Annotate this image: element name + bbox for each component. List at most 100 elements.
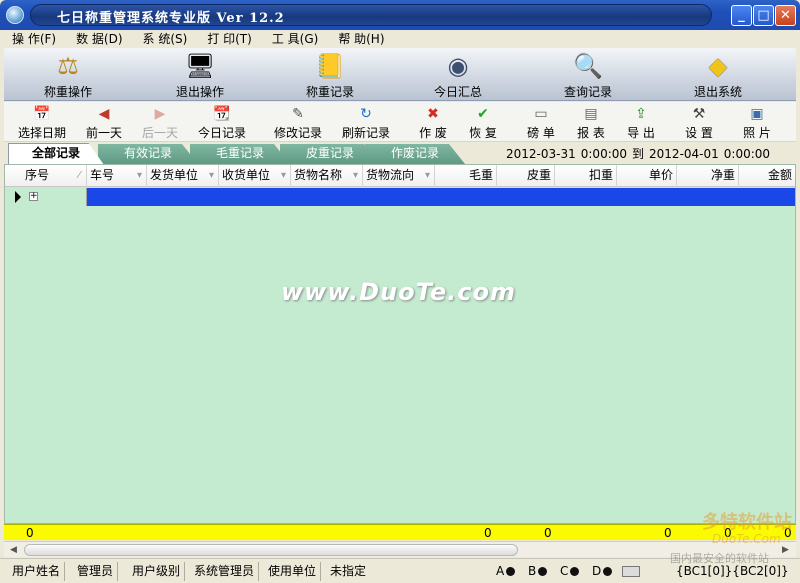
report-button[interactable]: ▤ 报 表 bbox=[572, 104, 610, 142]
column-header-tare[interactable]: 皮重 bbox=[497, 165, 555, 187]
led-c-icon bbox=[570, 567, 580, 576]
today-icon: 📆 bbox=[213, 106, 231, 122]
column-header-receiver[interactable]: 收货单位 ▾ bbox=[219, 165, 291, 187]
menu-system[interactable]: 系 统(S) bbox=[131, 30, 196, 48]
user-level: 系统管理员 bbox=[190, 562, 260, 581]
prev-day-icon: ◀ bbox=[98, 106, 110, 122]
restore-record-button[interactable]: ✔ 恢 复 bbox=[464, 104, 502, 142]
magnifier-icon: 🔍 bbox=[573, 52, 603, 80]
action-label: 前一天 bbox=[85, 126, 122, 140]
tab-valid-records[interactable]: 有效记录 bbox=[98, 144, 198, 164]
table-row[interactable]: + bbox=[5, 188, 795, 206]
user-name: 管理员 bbox=[73, 562, 119, 581]
menu-data[interactable]: 数 据(D) bbox=[64, 30, 130, 48]
void-icon: ✖ bbox=[427, 106, 439, 122]
tab-all-records[interactable]: 全部记录 bbox=[8, 143, 104, 165]
toolbar-label: 查询记录 bbox=[563, 85, 612, 99]
calendar-icon: 📅 bbox=[33, 106, 51, 122]
records-grid[interactable]: 序号 ⁄ 车号 ▾ 发货单位 ▾ 收货单位 ▾ 货物名称 ▾ 货物流向 ▾ 毛重 皮重 扣重… bbox=[4, 164, 796, 524]
column-header-goods[interactable]: 货物名称 ▾ bbox=[291, 165, 363, 187]
title-bar: 七日称重管理系统专业版 Ver 12.2 _ □ ✕ bbox=[0, 0, 800, 30]
led-b-icon bbox=[538, 567, 548, 576]
export-icon: ⇪ bbox=[635, 106, 647, 122]
column-header-amount[interactable]: 金额 bbox=[739, 165, 795, 187]
led-d: D bbox=[592, 563, 613, 580]
photo-icon: ▣ bbox=[750, 106, 764, 122]
scroll-thumb[interactable] bbox=[24, 544, 518, 556]
tab-tare-records[interactable]: 皮重记录 bbox=[280, 144, 380, 164]
app-icon[interactable] bbox=[6, 6, 24, 24]
action-label: 作 废 bbox=[419, 126, 447, 140]
maximize-button[interactable]: □ bbox=[753, 5, 774, 26]
date-range: 2012-03-31 0:00:00 到 2012-04-01 0:00:00 bbox=[506, 145, 775, 162]
column-header-deduct[interactable]: 扣重 bbox=[555, 165, 617, 187]
previous-day-button[interactable]: ◀ 前一天 bbox=[80, 104, 128, 142]
grid-header: 序号 ⁄ 车号 ▾ 发货单位 ▾ 收货单位 ▾ 货物名称 ▾ 货物流向 ▾ 毛重 皮重 扣重… bbox=[5, 165, 795, 187]
edit-record-button[interactable]: ✎ 修改记录 bbox=[270, 104, 326, 142]
action-label: 修改记录 bbox=[273, 126, 322, 140]
date-end: 2012-04-01 bbox=[649, 147, 719, 161]
menu-tools[interactable]: 工 具(G) bbox=[260, 30, 326, 48]
today-records-button[interactable]: 📆 今日记录 bbox=[194, 104, 250, 142]
column-header-net[interactable]: 净重 bbox=[677, 165, 739, 187]
action-label: 设 置 bbox=[685, 126, 713, 140]
settings-button[interactable]: ⚒ 设 置 bbox=[680, 104, 718, 142]
user-name-label: 用户姓名 bbox=[8, 562, 66, 581]
action-label: 恢 复 bbox=[469, 126, 497, 140]
column-header-seq[interactable]: 序号 ⁄ bbox=[5, 165, 87, 187]
scale-icon: ⚖ bbox=[57, 52, 79, 80]
current-row-arrow-icon bbox=[15, 191, 21, 203]
photo-button[interactable]: ▣ 照 片 bbox=[738, 104, 776, 142]
brand-watermark: 多特软件站 DuoTe.Com 国内最安全的软件站 bbox=[668, 504, 800, 566]
weigh-ticket-button[interactable]: ▭ 磅 单 bbox=[522, 104, 560, 142]
led-d-icon bbox=[603, 567, 613, 576]
led-a: A bbox=[496, 563, 516, 580]
next-day-icon: ▶ bbox=[154, 106, 166, 122]
row-indicator: + bbox=[5, 188, 87, 206]
export-button[interactable]: ⇪ 导 出 bbox=[622, 104, 660, 142]
menu-help[interactable]: 帮 助(H) bbox=[326, 30, 392, 48]
menu-print[interactable]: 打 印(T) bbox=[195, 30, 260, 48]
time-start: 0:00:00 bbox=[580, 147, 628, 161]
column-header-plate[interactable]: 车号 ▾ bbox=[87, 165, 147, 187]
monitor-icon: 🖥 bbox=[185, 52, 216, 80]
column-header-sender[interactable]: 发货单位 ▾ bbox=[147, 165, 219, 187]
next-day-button[interactable]: ▶ 后一天 bbox=[138, 104, 182, 142]
action-label: 磅 单 bbox=[527, 126, 555, 140]
toolbar-label: 退出系统 bbox=[693, 85, 742, 99]
close-button[interactable]: ✕ bbox=[775, 5, 796, 26]
report-icon: ▤ bbox=[584, 106, 598, 122]
tab-gross-records[interactable]: 毛重记录 bbox=[190, 144, 290, 164]
refresh-records-button[interactable]: ↻ 刷新记录 bbox=[338, 104, 394, 142]
column-header-gross[interactable]: 毛重 bbox=[435, 165, 497, 187]
menu-operate[interactable]: 操 作(F) bbox=[0, 30, 64, 48]
record-tabs: 作废记录 皮重记录 毛重记录 有效记录 全部记录 2012-03-31 0:00:… bbox=[4, 142, 796, 165]
toolbar-label: 退出操作 bbox=[175, 85, 224, 99]
exit-system-button[interactable]: ◆ 退出系统 bbox=[680, 48, 756, 101]
expand-icon[interactable]: + bbox=[29, 192, 38, 201]
window-title: 七日称重管理系统专业版 Ver 12.2 bbox=[57, 11, 285, 26]
led-b: B bbox=[528, 563, 548, 580]
weigh-operation-button[interactable]: ⚖ 称重操作 bbox=[30, 48, 106, 101]
column-header-unit-price[interactable]: 单价 bbox=[617, 165, 677, 187]
tab-void-records[interactable]: 作废记录 bbox=[365, 144, 465, 164]
toolbar-label: 称重操作 bbox=[43, 85, 92, 99]
weigh-records-button[interactable]: 📒 称重记录 bbox=[292, 48, 368, 101]
query-records-button[interactable]: 🔍 查询记录 bbox=[550, 48, 626, 101]
scroll-left-icon[interactable]: ◀ bbox=[6, 543, 21, 557]
minimize-button[interactable]: _ bbox=[731, 5, 752, 26]
action-label: 今日记录 bbox=[197, 126, 246, 140]
today-summary-button[interactable]: ◉ 今日汇总 bbox=[420, 48, 496, 101]
menu-bar: 操 作(F) 数 据(D) 系 统(S) 打 印(T) 工 具(G) 帮 助(H… bbox=[0, 30, 800, 48]
void-record-button[interactable]: ✖ 作 废 bbox=[414, 104, 452, 142]
toolbar-label: 称重记录 bbox=[305, 85, 354, 99]
exit-operation-button[interactable]: 🖥 退出操作 bbox=[162, 48, 238, 101]
brand-name: 多特软件站 bbox=[702, 512, 792, 533]
notebook-icon: 📒 bbox=[315, 52, 345, 80]
brand-slogan: 国内最安全的软件站 bbox=[670, 552, 769, 565]
action-label: 刷新记录 bbox=[341, 126, 390, 140]
select-date-button[interactable]: 📅 选择日期 bbox=[12, 104, 72, 142]
exit-sign-icon: ◆ bbox=[708, 52, 728, 80]
column-header-flow[interactable]: 货物流向 ▾ bbox=[363, 165, 435, 187]
time-end: 0:00:00 bbox=[723, 147, 771, 161]
